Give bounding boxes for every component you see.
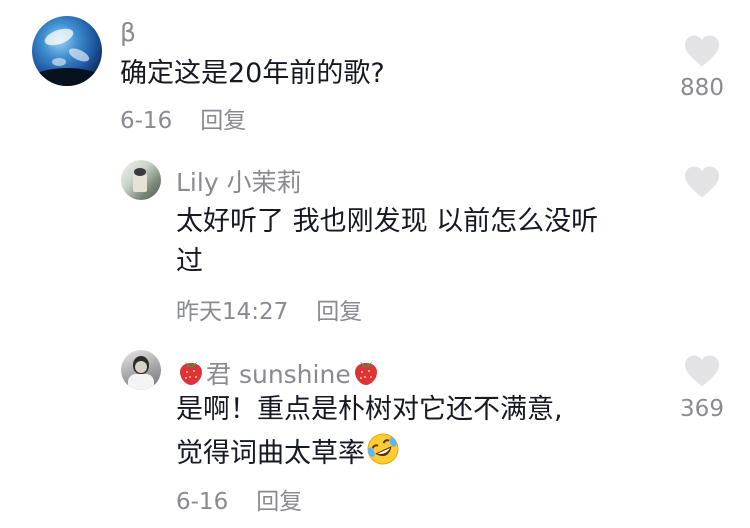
comment-text-line-2: 觉得词曲太草率 bbox=[176, 438, 365, 469]
comment-meta: 6-16 回复 bbox=[176, 491, 302, 514]
comment-text-line-2: 过 bbox=[176, 246, 203, 277]
comment-text: 确定这是20年前的歌? bbox=[120, 58, 385, 89]
rolling-laughing-emoji bbox=[367, 433, 399, 465]
like-count: 369 bbox=[680, 396, 724, 422]
reply-button[interactable]: 回复 bbox=[256, 489, 302, 515]
like-heart-icon[interactable] bbox=[683, 354, 721, 388]
like-heart-icon[interactable] bbox=[683, 165, 721, 199]
strawberry-icon bbox=[180, 362, 202, 385]
comment-username[interactable]: β bbox=[120, 20, 136, 45]
comment-date: 6-16 bbox=[176, 489, 229, 515]
reply-button[interactable]: 回复 bbox=[200, 108, 246, 134]
reply-button[interactable]: 回复 bbox=[316, 299, 362, 325]
comment-username[interactable]: 君 sunshine bbox=[206, 360, 351, 389]
comment-text-line-1: 是啊！重点是朴树对它还不满意, bbox=[176, 394, 563, 425]
commenter-avatar[interactable] bbox=[121, 350, 161, 390]
comment-date: 昨天14:27 bbox=[176, 299, 289, 325]
commenter-avatar[interactable] bbox=[121, 160, 161, 200]
comment-text-line-1: 太好听了 我也刚发现 以前怎么没听 bbox=[176, 206, 599, 237]
like-count: 880 bbox=[680, 75, 724, 101]
comment-username[interactable]: Lily 小茉莉 bbox=[176, 170, 302, 195]
comment-text-line-2-row: 觉得词曲太草率 bbox=[176, 432, 401, 474]
commenter-avatar[interactable] bbox=[32, 16, 102, 86]
comment-meta: 6-16 回复 bbox=[120, 110, 246, 133]
strawberry-icon bbox=[354, 362, 377, 385]
like-heart-icon[interactable] bbox=[683, 34, 721, 68]
comment-date: 6-16 bbox=[120, 108, 173, 134]
comment-username-row[interactable]: 君 sunshine bbox=[176, 357, 381, 387]
comment-meta: 昨天14:27 回复 bbox=[176, 301, 362, 324]
